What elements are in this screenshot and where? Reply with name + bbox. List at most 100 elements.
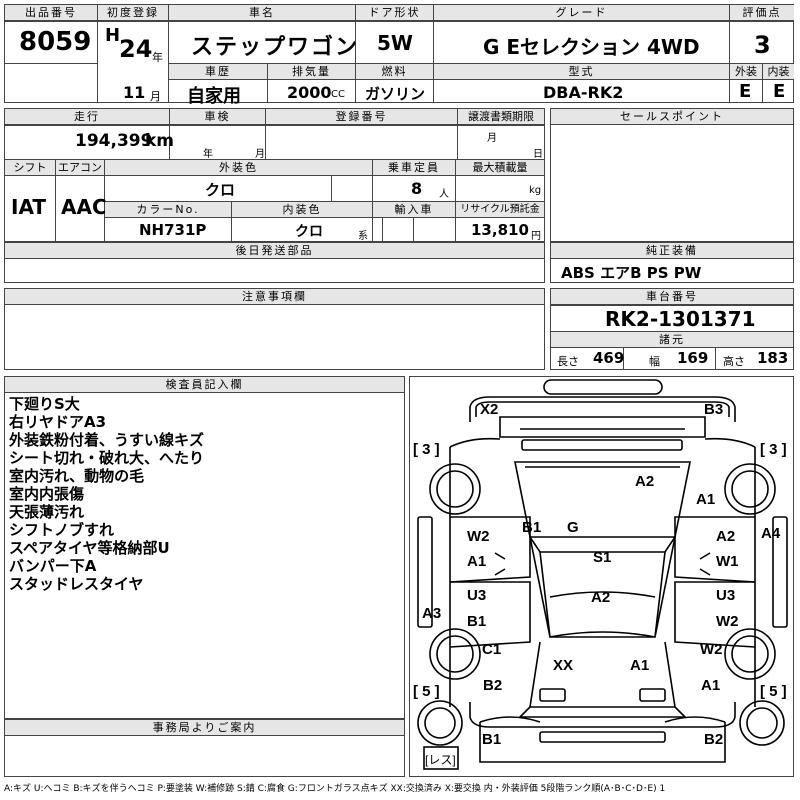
- chassis-number: RK2-1301371: [605, 307, 756, 331]
- mark-tire-rl: [ 5 ]: [413, 683, 440, 700]
- mileage-label: 走行: [5, 109, 169, 125]
- note-line: 天張薄汚れ: [9, 503, 85, 521]
- later-label: 後日発送部品: [5, 243, 544, 259]
- mileage: 194,399: [75, 131, 153, 151]
- mark-xx: XX: [553, 657, 574, 674]
- mark-w2-rear: W2: [700, 641, 723, 658]
- sales-label: セールスポイント: [551, 109, 793, 125]
- mark-tire-fr: [ 3 ]: [760, 441, 787, 458]
- regno-label: 登録番号: [266, 109, 457, 125]
- mark-a3: A3: [422, 605, 442, 622]
- note-line: バンパー下A: [9, 557, 97, 575]
- genuine-equipment: ABS エアB PS PW: [561, 264, 702, 282]
- width-label: 幅: [649, 355, 660, 368]
- mark-w1: W1: [716, 553, 739, 570]
- note-line: シフトノブすれ: [9, 521, 115, 539]
- capacity: 8: [411, 179, 423, 198]
- mark-a1-left: A1: [467, 553, 487, 570]
- model: DBA-RK2: [543, 83, 624, 102]
- mark-b2-left: B2: [483, 677, 503, 694]
- inspector-label: 検査員記入欄: [5, 377, 404, 393]
- interior-color-label: 内装色: [232, 202, 372, 218]
- lot-number: 8059: [19, 27, 92, 57]
- ext-grade: E: [739, 81, 752, 102]
- genuine-box: 純正装備 ABS エアB PS PW: [550, 242, 794, 283]
- mark-g: G: [567, 519, 579, 536]
- note-line: 下廻りS大: [9, 395, 80, 413]
- model-label: 型式: [434, 64, 729, 80]
- insp-month-unit: 月: [255, 149, 265, 160]
- note-line: 外装鉄粉付着、うすい線キズ: [9, 431, 205, 449]
- transfer-month-unit: 月: [487, 133, 497, 144]
- insp-year-unit: 年: [203, 149, 213, 160]
- mark-u3-left: U3: [467, 587, 487, 604]
- shift: IAT: [11, 195, 47, 219]
- car-name-label: 車名: [169, 5, 355, 21]
- reg-year: 24: [119, 35, 153, 63]
- recycle-label: リサイクル預託金: [456, 202, 544, 218]
- mark-tire-fl: [ 3 ]: [413, 441, 440, 458]
- transfer-day-unit: 日: [533, 149, 543, 160]
- displacement: 2000: [287, 83, 332, 102]
- aircon: AAC: [61, 195, 107, 219]
- mark-s1: S1: [593, 549, 612, 566]
- colorno-label: カラーNo.: [105, 202, 231, 218]
- vehicle-info-table: 走行 車検 登録番号 譲渡書類期限 194,399 km 年 月 月 日 シフト…: [4, 108, 545, 242]
- mark-a2-top: A2: [635, 473, 655, 490]
- later-parts-box: 後日発送部品: [4, 242, 545, 283]
- office-box: 事務局よりご案内: [4, 719, 405, 777]
- grade-label: グレード: [434, 5, 729, 21]
- sales-point-box: セールスポイント: [550, 108, 794, 242]
- height: 183: [757, 349, 789, 367]
- mark-w2-left: W2: [467, 528, 490, 545]
- transfer-label: 譲渡書類期限: [458, 109, 544, 125]
- mark-x2: X2: [480, 401, 499, 418]
- fuel: ガソリン: [365, 85, 426, 103]
- chassis-label: 車台番号: [551, 289, 793, 305]
- mark-c1: C1: [482, 641, 502, 658]
- mark-a2-right: A2: [716, 528, 736, 545]
- note-line: 右リヤドアA3: [9, 413, 107, 431]
- ext-label: 外装: [730, 64, 762, 80]
- note-line: 室内汚れ、動物の毛: [9, 467, 145, 485]
- mark-b1-left: B1: [467, 613, 487, 630]
- genuine-label: 純正装備: [551, 243, 793, 259]
- fuel-label: 燃料: [356, 64, 433, 80]
- grade: G Eセレクション 4WD: [483, 35, 700, 59]
- person-unit: 人: [439, 189, 449, 200]
- mark-b1-center: B1: [522, 519, 542, 536]
- door-type: 5W: [377, 31, 413, 55]
- height-label: 高さ: [723, 355, 745, 368]
- car-diagram: X2 B3 [ 3 ] [ 3 ] A2 A1 W2 B1 G A2 A4 A1…: [409, 376, 794, 777]
- length: 469: [593, 349, 625, 367]
- chassis-box: 車台番号 RK2-1301371 諸元 長さ 469 幅 169 高さ 183: [550, 288, 794, 370]
- caution-label: 注意事項欄: [5, 289, 544, 305]
- history-label: 車歴: [169, 64, 267, 80]
- caution-box: 注意事項欄: [4, 288, 545, 370]
- displacement-label: 排気量: [268, 64, 355, 80]
- month-unit: 月: [150, 90, 161, 103]
- history: 自家用: [187, 86, 241, 107]
- mark-b1-bottom: B1: [482, 731, 502, 748]
- note-line: シート切れ・破れ大、へたり: [9, 449, 205, 467]
- era: H: [105, 25, 121, 46]
- year-unit: 年: [152, 51, 163, 64]
- import-label: 輸入車: [373, 202, 455, 218]
- mark-a4: A4: [761, 525, 781, 542]
- exterior-color: クロ: [205, 181, 236, 199]
- lot-label: 出品番号: [5, 5, 97, 21]
- note-line: スペアタイヤ等格納部U: [9, 539, 170, 557]
- aircon-label: エアコン: [56, 160, 104, 176]
- cc-unit: CC: [331, 89, 345, 100]
- legend: A:キズ U:ヘコミ B:キズを伴うヘコミ P:要塗装 W:補修跡 S:錆 C:…: [4, 784, 666, 794]
- header-section: 出品番号 初度登録 車名 ドア形状 グレード 評価点 8059 H 24 年 ス…: [4, 4, 794, 107]
- door-label: ドア形状: [356, 5, 433, 21]
- inspection-label: 車検: [170, 109, 265, 125]
- exterior-color-label: 外装色: [105, 160, 372, 176]
- yen-unit: 円: [531, 231, 541, 242]
- note-line: 室内内張傷: [9, 485, 85, 503]
- mark-u3-right: U3: [716, 587, 736, 604]
- inspector-box: 検査員記入欄 下廻りS大 右リヤドアA3 外装鉄粉付着、うすい線キズ シート切れ…: [4, 376, 405, 719]
- inspector-notes: 下廻りS大 右リヤドアA3 外装鉄粉付着、うすい線キズ シート切れ・破れ大、へた…: [9, 395, 204, 593]
- car-name: ステップワゴン: [191, 35, 360, 60]
